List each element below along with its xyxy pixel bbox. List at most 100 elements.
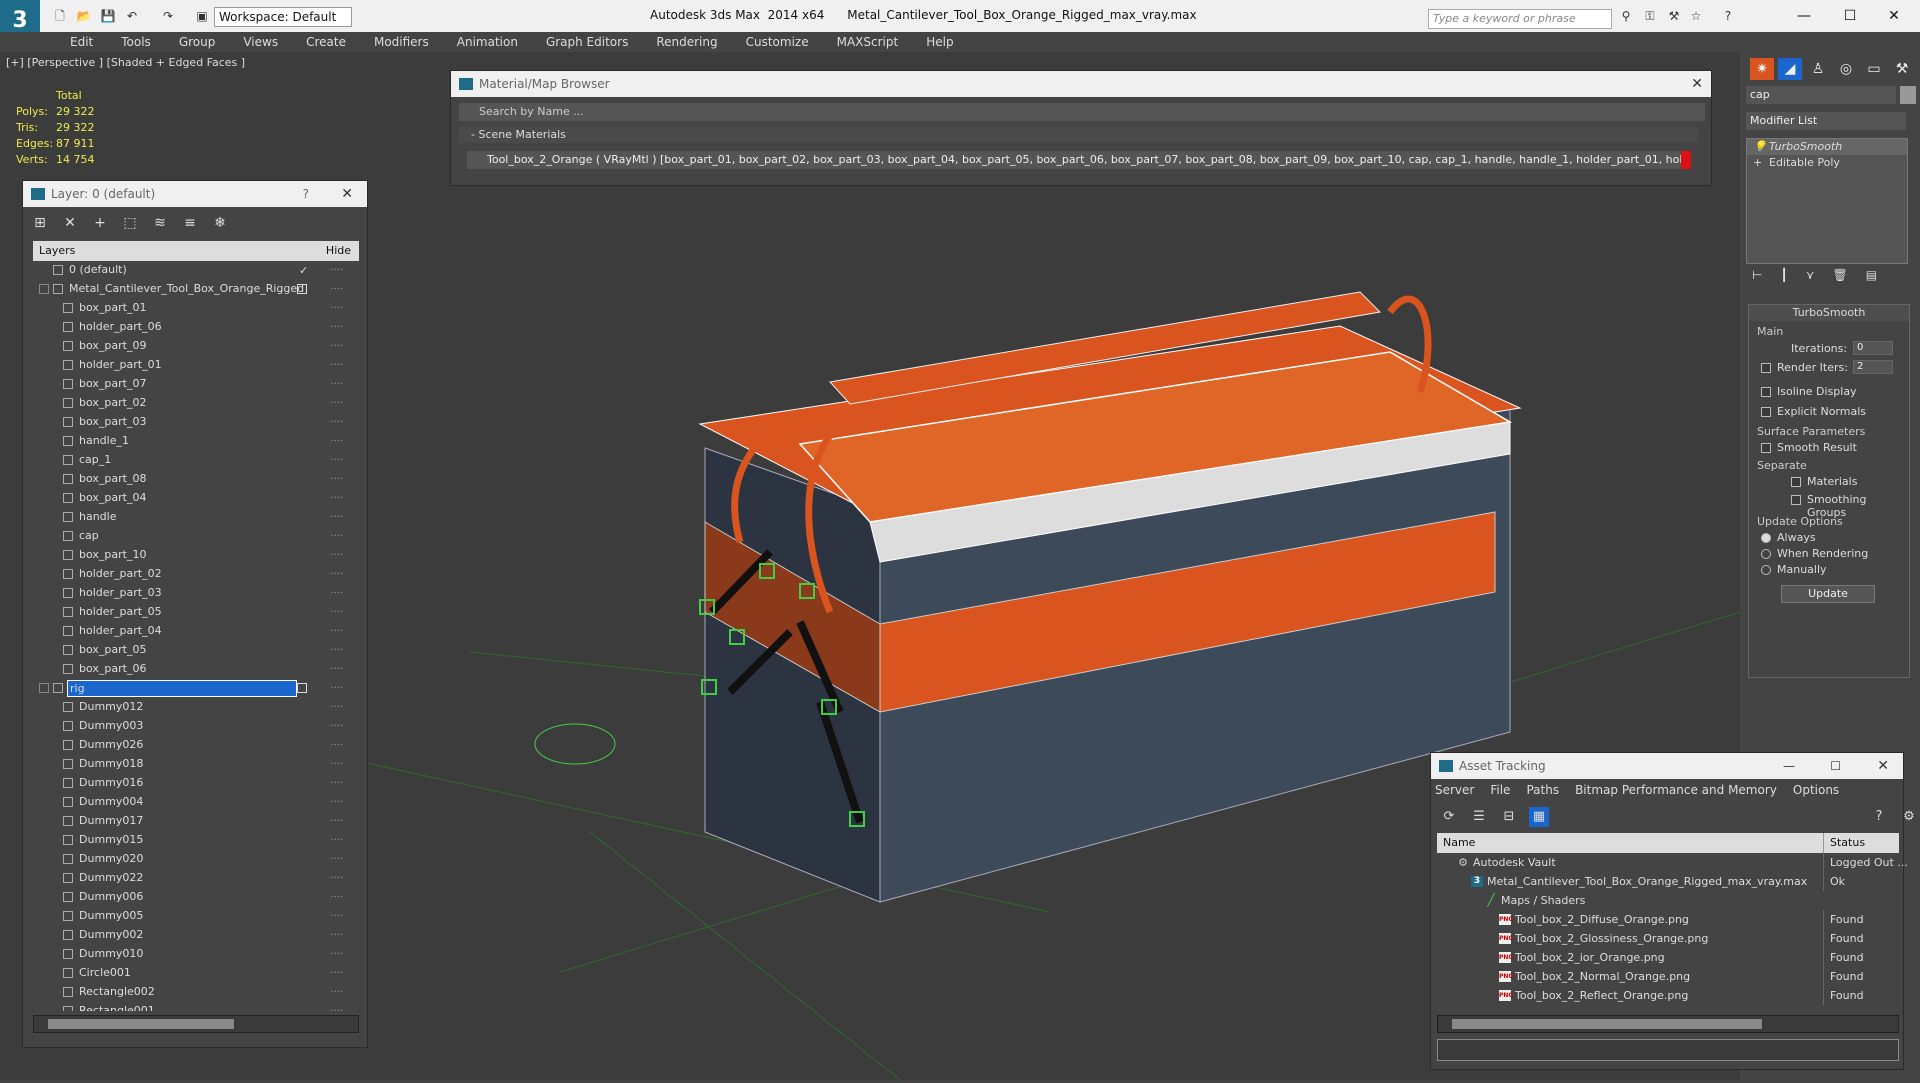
layer-name[interactable]: holder_part_06 [77, 319, 162, 336]
menu-bitmap-performance[interactable]: Bitmap Performance and Memory [1575, 783, 1777, 797]
manually-radio[interactable] [1761, 565, 1771, 575]
layer-name[interactable]: box_part_07 [77, 376, 146, 393]
list-view-icon[interactable]: ☰ [1469, 807, 1489, 827]
layer-name[interactable]: Rectangle001 [77, 1003, 155, 1011]
hide-toggle[interactable]: ···· [330, 755, 343, 774]
hide-toggle[interactable]: ···· [330, 888, 343, 907]
object-row[interactable]: Dummy018 ···· [33, 755, 359, 774]
render-iters-spinner[interactable]: 2 [1853, 360, 1893, 374]
object-row[interactable]: cap_1 ···· [33, 451, 359, 470]
object-row[interactable]: Circle001 ···· [33, 964, 359, 983]
layer-name[interactable]: box_part_10 [77, 547, 146, 564]
hide-toggle[interactable]: ···· [330, 356, 343, 375]
object-row[interactable]: box_part_01 ···· [33, 299, 359, 318]
layer-name[interactable]: Dummy012 [77, 699, 143, 716]
object-row[interactable]: box_part_09 ···· [33, 337, 359, 356]
layer-name[interactable]: Dummy015 [77, 832, 143, 849]
add-to-layer-icon[interactable]: + [89, 213, 111, 233]
project-folder-icon[interactable]: ▣ [194, 9, 210, 23]
col-hide[interactable]: Hide [326, 241, 351, 261]
settings-icon[interactable]: ⚙ [1899, 807, 1919, 827]
lightbulb-icon[interactable]: 💡 [1753, 139, 1767, 155]
object-row[interactable]: box_part_02 ···· [33, 394, 359, 413]
material-item[interactable]: Tool_box_2_Orange ( VRayMtl ) [box_part_… [467, 151, 1691, 169]
object-row[interactable]: handle_1 ···· [33, 432, 359, 451]
minimize-icon[interactable]: — [1784, 4, 1824, 28]
object-row[interactable]: Dummy020 ···· [33, 850, 359, 869]
layer-name[interactable]: box_part_09 [77, 338, 146, 355]
modify-tab-icon[interactable]: ◢ [1778, 58, 1802, 80]
object-row[interactable]: Dummy006 ···· [33, 888, 359, 907]
asset-row[interactable]: PNG Tool_box_2_Normal_Orange.png Found [1437, 967, 1899, 986]
hide-toggle[interactable]: ···· [330, 546, 343, 565]
layer-name[interactable]: Dummy005 [77, 908, 143, 925]
select-objects-icon[interactable]: ⬚ [119, 213, 141, 233]
scrollbar-thumb[interactable] [48, 1019, 234, 1029]
object-row[interactable]: box_part_08 ···· [33, 470, 359, 489]
expand-icon[interactable]: + [1753, 155, 1762, 171]
material-search-input[interactable]: Search by Name ... [459, 103, 1705, 121]
render-iters-checkbox[interactable] [1761, 363, 1771, 373]
hide-toggle[interactable]: ···· [330, 717, 343, 736]
layer-name[interactable]: Dummy006 [77, 889, 143, 906]
close-icon[interactable]: ✕ [341, 181, 353, 207]
object-row[interactable]: holder_part_03 ···· [33, 584, 359, 603]
hide-toggle[interactable]: ···· [330, 793, 343, 812]
hide-toggle[interactable]: ···· [330, 679, 343, 698]
object-row[interactable]: holder_part_06 ···· [33, 318, 359, 337]
menu-server[interactable]: Server [1435, 783, 1474, 797]
layer-name[interactable]: cap_1 [77, 452, 111, 469]
explicit-normals-checkbox[interactable] [1761, 407, 1771, 417]
object-row[interactable]: Dummy022 ···· [33, 869, 359, 888]
menu-create[interactable]: Create [292, 32, 360, 52]
hide-toggle[interactable]: ···· [330, 736, 343, 755]
help-icon[interactable]: ? [1869, 807, 1889, 827]
layer-row[interactable]: 0 (default) ✓ ···· [33, 261, 359, 280]
hide-toggle[interactable]: ···· [330, 432, 343, 451]
layer-name[interactable]: Dummy016 [77, 775, 143, 792]
close-icon[interactable]: ✕ [1691, 71, 1703, 97]
hide-toggle[interactable]: ···· [330, 907, 343, 926]
layer-name[interactable]: Dummy018 [77, 756, 143, 773]
layer-row[interactable]: rig ···· [33, 679, 359, 698]
col-name[interactable]: Name [1443, 833, 1475, 853]
object-row[interactable]: Dummy010 ···· [33, 945, 359, 964]
iterations-spinner[interactable]: 0 [1853, 341, 1893, 355]
menu-customize[interactable]: Customize [732, 32, 823, 52]
object-row[interactable]: holder_part_04 ···· [33, 622, 359, 641]
collapse-icon[interactable] [39, 284, 49, 294]
layer-name[interactable]: cap [77, 528, 99, 545]
save-icon[interactable]: 💾 [100, 9, 116, 23]
layer-name[interactable]: Dummy020 [77, 851, 143, 868]
hide-toggle[interactable]: ···· [330, 337, 343, 356]
minimize-icon[interactable]: — [1783, 753, 1795, 779]
object-row[interactable]: Rectangle001 ···· [33, 1002, 359, 1011]
layer-name[interactable]: Dummy004 [77, 794, 143, 811]
binoculars-icon[interactable]: ⚲ [1618, 9, 1634, 23]
object-row[interactable]: holder_part_02 ···· [33, 565, 359, 584]
create-layer-icon[interactable]: ⊞ [29, 213, 51, 233]
smooth-result-checkbox[interactable] [1761, 443, 1771, 453]
hide-toggle[interactable]: ···· [330, 394, 343, 413]
hide-toggle[interactable]: ···· [330, 565, 343, 584]
hide-toggle[interactable]: ···· [330, 470, 343, 489]
layer-name[interactable]: Dummy026 [77, 737, 143, 754]
stack-item-turbosmooth[interactable]: 💡 TurboSmooth [1747, 139, 1907, 155]
layer-name[interactable]: box_part_05 [77, 642, 146, 659]
hide-toggle[interactable]: ···· [330, 698, 343, 717]
rollout-title[interactable]: TurboSmooth [1749, 305, 1909, 321]
layer-name[interactable]: box_part_02 [77, 395, 146, 412]
menu-group[interactable]: Group [165, 32, 230, 52]
workspace-dropdown[interactable]: Workspace: Default [214, 7, 352, 27]
horizontal-scrollbar[interactable] [33, 1015, 359, 1033]
hide-all-icon[interactable]: ≡ [179, 213, 201, 233]
asset-row[interactable]: PNG Tool_box_2_Reflect_Orange.png Found [1437, 986, 1899, 1005]
layer-name[interactable]: holder_part_04 [77, 623, 162, 640]
object-row[interactable]: Dummy004 ···· [33, 793, 359, 812]
layer-name[interactable]: box_part_03 [77, 414, 146, 431]
hide-toggle[interactable]: ···· [330, 299, 343, 318]
layer-name[interactable]: Rectangle002 [77, 984, 155, 1001]
show-end-result-icon[interactable]: ┃ [1780, 268, 1787, 288]
active-layer-check-icon[interactable]: ✓ [299, 261, 308, 280]
hide-toggle[interactable]: ···· [330, 527, 343, 546]
